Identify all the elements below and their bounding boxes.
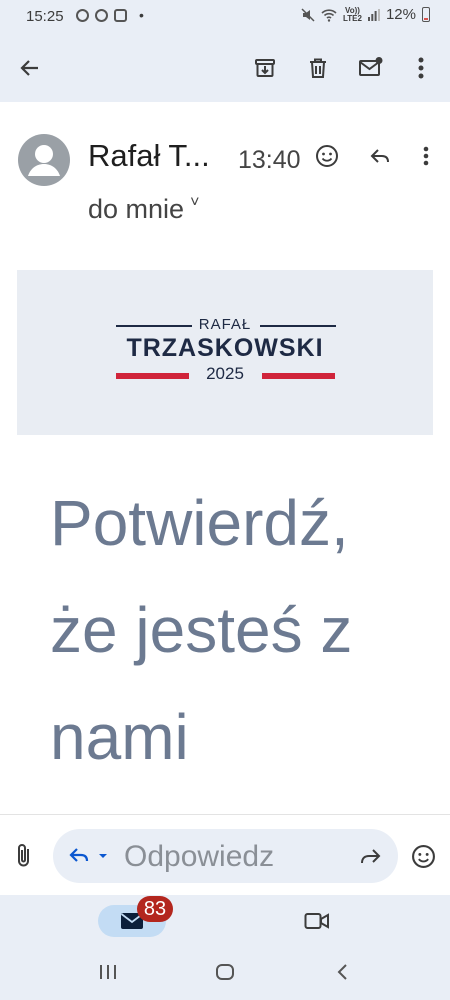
delete-icon[interactable] [302,52,334,84]
home-icon[interactable] [215,962,235,987]
message-header: Rafał T... 13:40 do mnie ˅ [0,126,450,236]
chevron-down-icon: ˅ [190,194,200,211]
reply-mode-icon[interactable] [68,845,108,872]
system-status: Vo)) LTE2 12% [301,6,430,23]
battery-percent: 12% [385,6,416,23]
logo-first-name: RAFAŁ [198,316,252,333]
network-type: Vo)) LTE2 [343,5,362,23]
system-back-icon[interactable] [333,962,353,987]
message-toolbar [0,34,450,102]
battery-icon [422,7,430,22]
sender-name[interactable]: Rafał T... [88,138,210,174]
signal-icon [367,8,380,21]
mark-unread-icon[interactable] [355,52,387,84]
emoji-reaction-icon[interactable] [313,142,341,170]
emoji-icon[interactable] [411,844,436,874]
reply-input[interactable]: Odpowiedz [53,829,398,883]
reply-placeholder: Odpowiedz [124,840,275,873]
headline-line: że jesteś z [50,594,353,666]
logo-year: 2025 [206,364,244,383]
message-more-icon[interactable] [412,142,440,170]
recipient-toggle[interactable]: do mnie ˅ [88,194,199,225]
forward-icon[interactable] [358,846,382,873]
archive-icon[interactable] [249,52,281,84]
reply-icon[interactable] [366,142,394,170]
video-camera-icon [304,913,329,929]
instagram-icon [114,8,127,22]
campaign-banner: RAFAŁ TRZASKOWSKI 2025 [17,270,433,435]
attach-icon[interactable] [13,843,35,874]
avatar[interactable] [18,134,70,186]
sync-icon [76,8,89,22]
headline-line: Potwierdź, [50,487,349,559]
message-time: 13:40 [238,146,301,174]
reply-bar: Odpowiedz [0,814,450,897]
logo-surname: TRZASKOWSKI [126,334,324,362]
mute-icon [301,7,315,22]
headline-line: nami [50,701,189,773]
more-notifications-dot: • [139,7,144,23]
recipient-label: do mnie [88,194,185,224]
more-vert-icon[interactable] [405,52,437,84]
back-arrow-icon[interactable] [14,52,46,84]
notification-icons: • [76,7,144,23]
status-time: 15:25 [26,8,64,25]
wifi-icon [321,8,337,22]
unread-count-badge: 83 [137,896,173,922]
recent-apps-icon[interactable] [98,962,118,987]
status-bar: 15:25 • Vo)) LTE2 12% [0,0,450,34]
nav-meet-tab[interactable] [304,911,330,936]
pinterest-icon [95,8,108,22]
